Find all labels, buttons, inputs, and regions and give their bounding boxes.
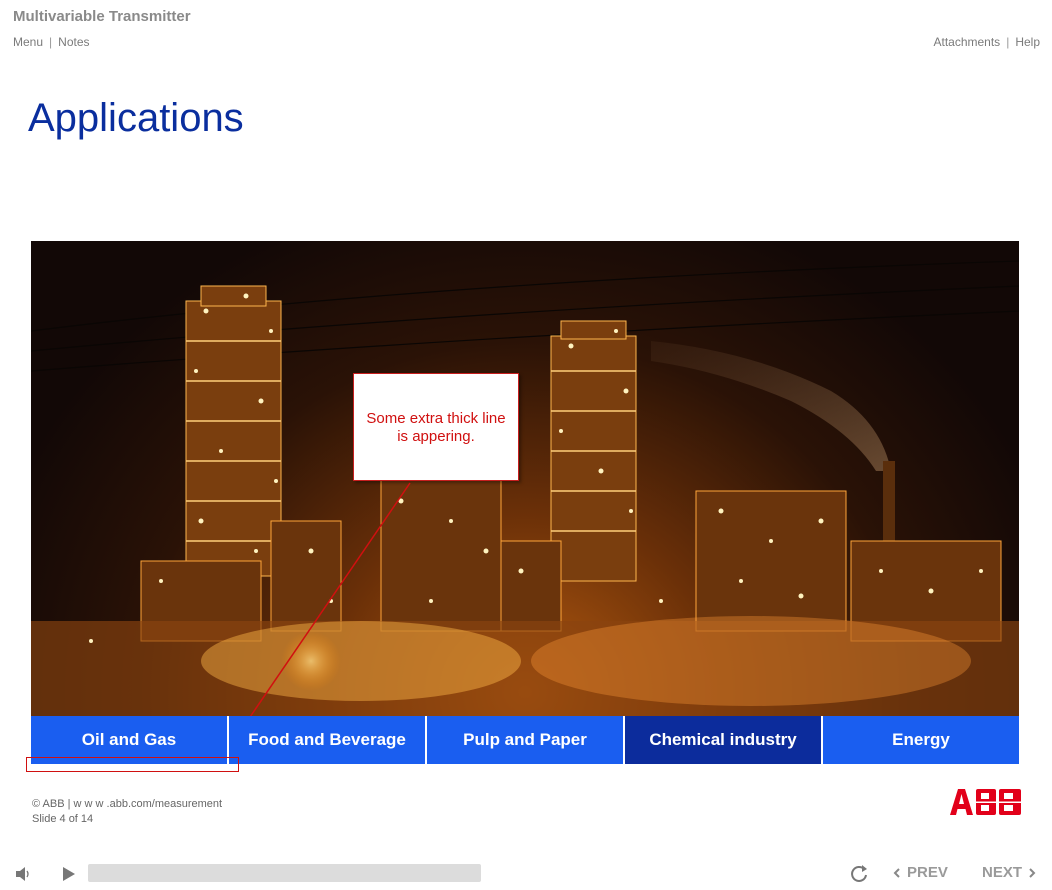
nav-separator: | [49,35,53,49]
player-controls: PREV NEXT [0,858,1052,890]
tab-food-and-beverage[interactable]: Food and Beverage [229,716,425,764]
annotation-highlight-box [26,757,239,772]
copyright-text: © ABB | w w w .abb.com/measurement [32,798,223,810]
slide-title: Applications [28,96,244,140]
refinery-illustration [31,260,1019,716]
review-annotation-callout: Some extra thick line is appering. [353,373,519,481]
abb-logo-graphic [950,789,1024,815]
play-icon[interactable] [62,866,76,887]
notes-link[interactable]: Notes [58,35,89,49]
menu-link[interactable]: Menu [13,35,43,49]
next-label: NEXT [982,864,1023,881]
chevron-left-icon [893,867,900,878]
app-title: Multivariable Transmitter [13,8,191,25]
callout-line-1: Some extra thick line [366,410,506,427]
next-button[interactable]: NEXT [982,864,1036,881]
chevron-right-icon [1029,867,1036,878]
abb-logo [948,787,1024,822]
left-nav: Menu | Notes [13,35,90,49]
tab-pulp-and-paper[interactable]: Pulp and Paper [427,716,623,764]
help-link[interactable]: Help [1015,35,1040,49]
speaker-icon[interactable] [15,866,33,887]
refinery-night-photo [31,241,1019,716]
slide-counter: Slide 4 of 14 [32,813,94,825]
tab-chemical-industry[interactable]: Chemical industry [625,716,821,764]
progress-bar[interactable] [88,864,481,882]
attachments-link[interactable]: Attachments [933,35,1000,49]
nav-separator: | [1006,35,1010,49]
right-nav: Attachments | Help [933,35,1040,49]
footer-info: © ABB | w w w .abb.com/measurement Slide… [32,797,222,827]
tab-energy[interactable]: Energy [823,716,1019,764]
replay-icon[interactable] [849,864,869,889]
prev-button[interactable]: PREV [893,864,948,881]
callout-line-2: is appering. [397,428,475,445]
prev-label: PREV [907,864,948,881]
